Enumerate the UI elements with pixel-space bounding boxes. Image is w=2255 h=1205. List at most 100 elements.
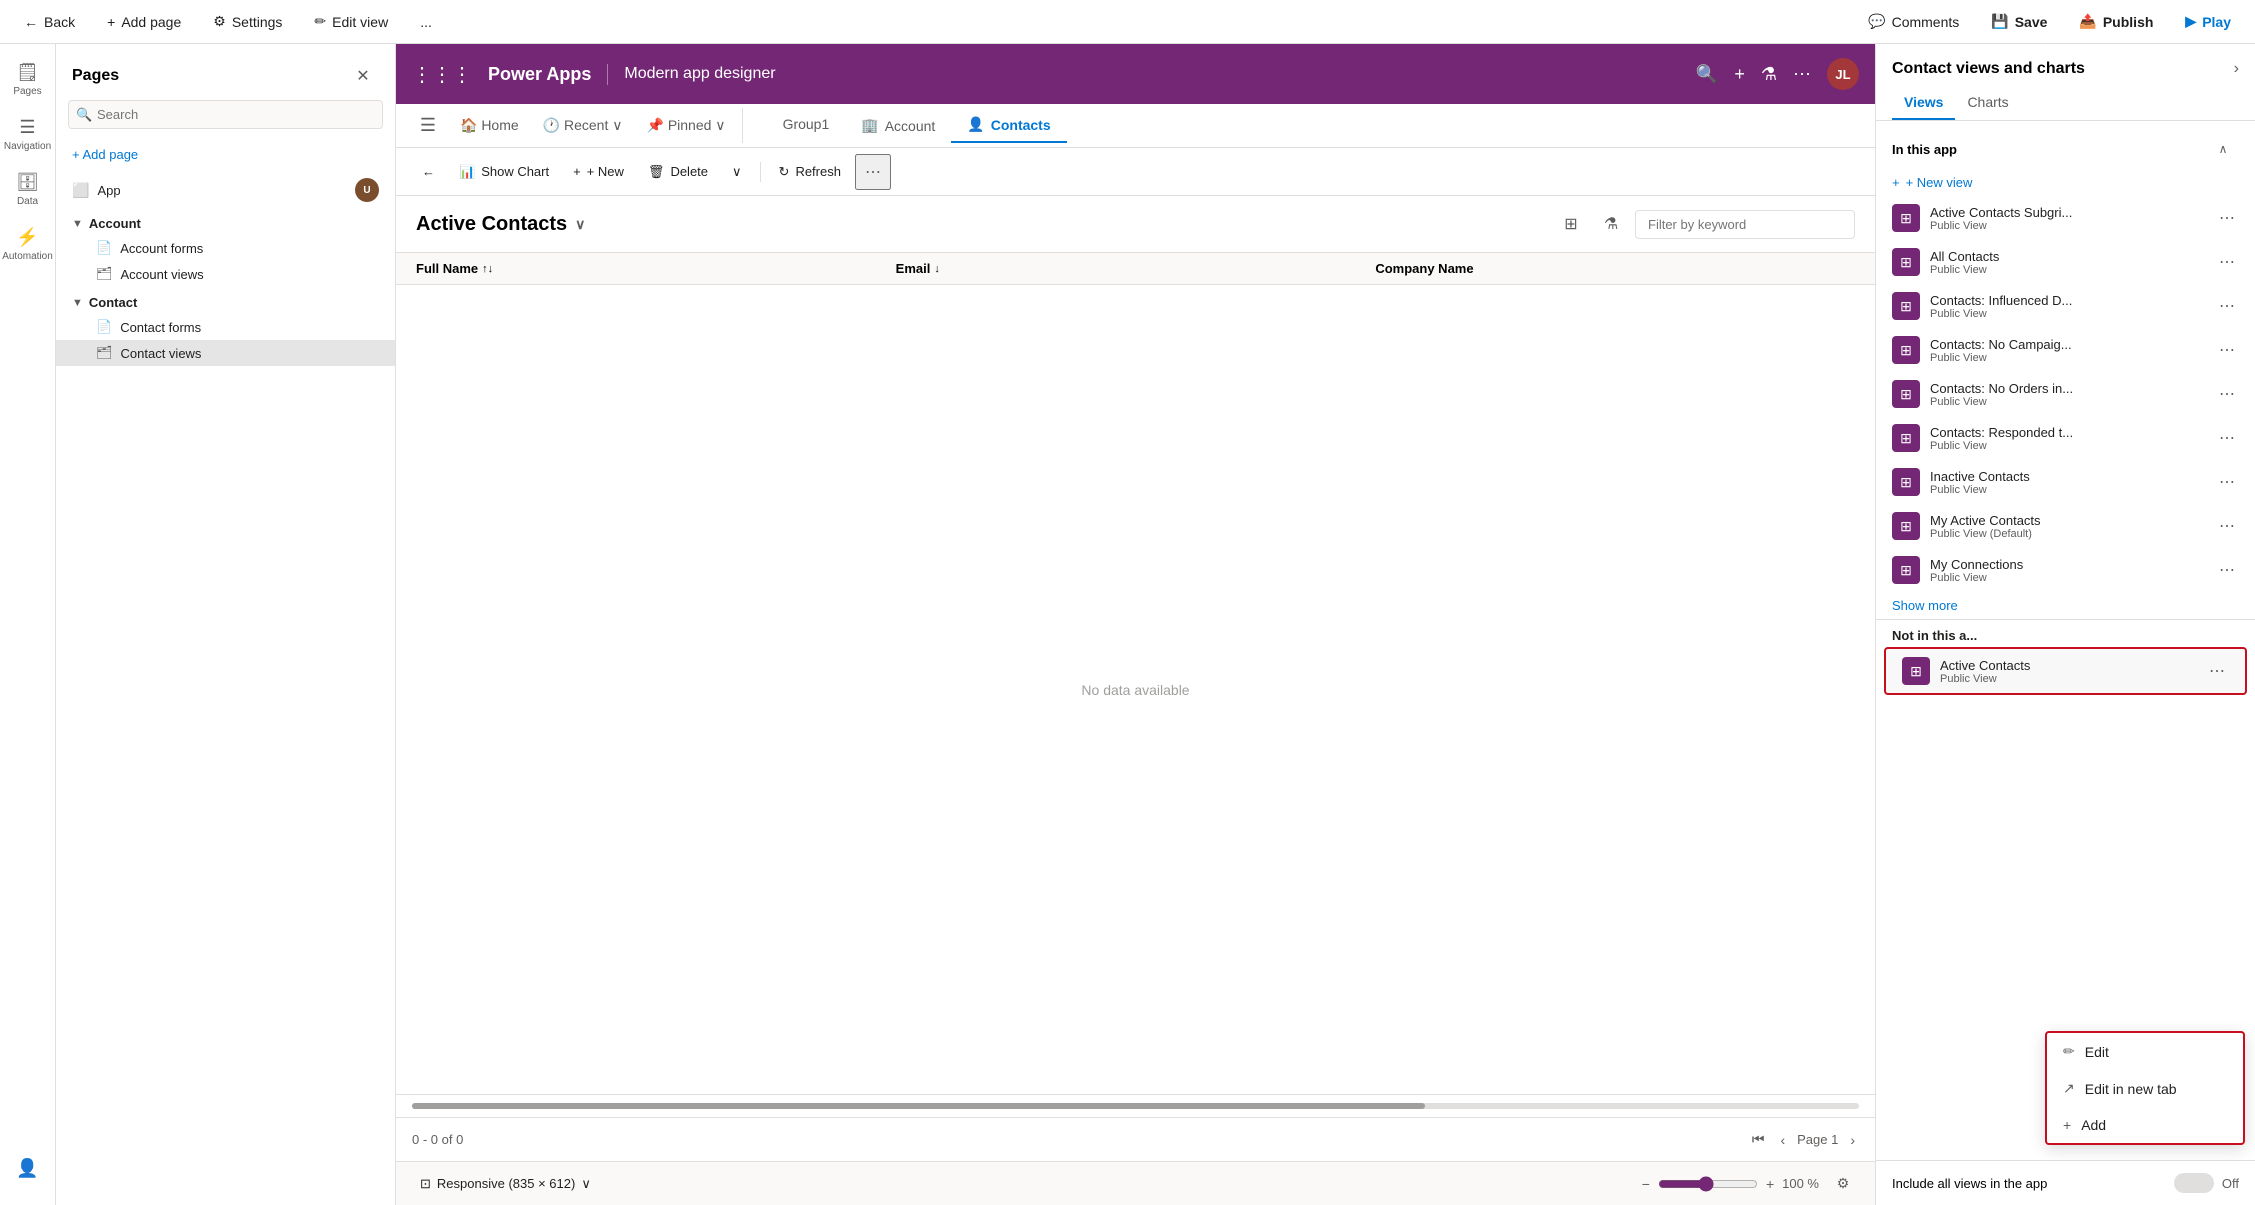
filter-icon[interactable]: ⚗ — [1761, 64, 1777, 85]
contacts-nav-item[interactable]: 👤 Contacts — [951, 108, 1066, 143]
view-name: Contacts: Influenced D... — [1930, 293, 2205, 308]
view-item-more-button[interactable]: ⋯ — [2215, 380, 2239, 408]
view-item[interactable]: ⊞ Inactive Contacts Public View ⋯ — [1876, 460, 2255, 504]
view-item-icon: ⊞ — [1892, 248, 1920, 276]
view-item[interactable]: ⊞ Active Contacts Subgri... Public View … — [1876, 196, 2255, 240]
top-bar: ← Back + Add page ⚙ Settings ✏ Edit view… — [0, 0, 2255, 44]
view-item-more-button[interactable]: ⋯ — [2215, 292, 2239, 320]
group1-label[interactable]: Group1 — [767, 108, 846, 143]
responsive-button[interactable]: ⊡ Responsive (835 × 612) ∨ — [412, 1172, 599, 1196]
title-dropdown-icon[interactable]: ∨ — [575, 216, 585, 233]
nav-group-contact[interactable]: ▼ Contact — [56, 287, 395, 314]
zoom-out-button[interactable]: − — [1642, 1176, 1650, 1192]
show-more-button[interactable]: Show more — [1876, 592, 1974, 619]
view-item[interactable]: ⊞ Contacts: Influenced D... Public View … — [1876, 284, 2255, 328]
nav-back-button[interactable]: ← — [412, 158, 445, 185]
search-icon[interactable]: 🔍 — [1696, 64, 1718, 85]
view-item[interactable]: ⊞ Contacts: No Campaig... Public View ⋯ — [1876, 328, 2255, 372]
grid-menu-icon[interactable]: ⋮⋮⋮ — [412, 62, 472, 87]
view-item-more-button[interactable]: ⋯ — [2215, 248, 2239, 276]
sidebar-item-user[interactable]: 👤 — [2, 1148, 54, 1189]
sidebar-toggle-button[interactable]: ☰ — [412, 110, 444, 142]
not-in-app-item[interactable]: ⊞ Active Contacts Public View ⋯ — [1884, 647, 2247, 695]
nav-child-contact-forms[interactable]: 📄 Contact forms — [56, 314, 395, 340]
edit-view-button[interactable]: ✏ Edit view — [306, 9, 396, 34]
view-item-more-button[interactable]: ⋯ — [2215, 468, 2239, 496]
add-page-button[interactable]: + Add page — [99, 10, 189, 34]
account-views-label: Account views — [121, 267, 204, 282]
add-icon[interactable]: + — [1734, 64, 1745, 85]
in-this-app-label: In this app — [1892, 142, 1957, 157]
zoom-slider[interactable] — [1658, 1176, 1758, 1192]
close-pages-panel-button[interactable]: ✕ — [347, 60, 379, 92]
next-page-button[interactable]: › — [1846, 1128, 1859, 1152]
nav-child-account-views[interactable]: 🗂 Account views — [56, 261, 395, 287]
user-avatar[interactable]: JL — [1827, 58, 1859, 90]
refresh-button[interactable]: ↻ Refresh — [769, 158, 851, 186]
view-item-more-button[interactable]: ⋯ — [2215, 204, 2239, 232]
add-page-button[interactable]: + Add page — [56, 141, 395, 168]
search-input[interactable] — [68, 100, 383, 129]
settings-button[interactable]: ⚙ Settings — [205, 9, 290, 34]
dropdown-button[interactable]: ∨ — [722, 158, 752, 186]
pinned-link[interactable]: 📌 Pinned ∨ — [647, 117, 726, 134]
new-record-button[interactable]: + + New — [563, 158, 634, 185]
more-options-button[interactable]: ⋯ — [855, 154, 891, 190]
col-company: Company Name — [1375, 261, 1855, 276]
home-link[interactable]: 🏠 Home — [460, 117, 519, 134]
play-button[interactable]: ▶ Play — [2177, 9, 2239, 34]
view-item-more-button[interactable]: ⋯ — [2215, 336, 2239, 364]
context-menu-add[interactable]: + Add — [2047, 1107, 2243, 1143]
nav-child-account-forms[interactable]: 📄 Account forms — [56, 235, 395, 261]
view-item-more-button[interactable]: ⋯ — [2215, 556, 2239, 584]
comments-icon: 💬 — [1868, 13, 1885, 30]
prev-page-button[interactable]: ‹ — [1776, 1128, 1789, 1152]
filter-button[interactable]: ⚗ — [1595, 208, 1627, 240]
comments-button[interactable]: 💬 Comments — [1860, 9, 1967, 34]
view-item[interactable]: ⊞ Contacts: No Orders in... Public View … — [1876, 372, 2255, 416]
new-view-button[interactable]: + + New view — [1876, 169, 2255, 196]
in-this-app-expand-button[interactable]: ∧ — [2207, 133, 2239, 165]
keyword-filter-input[interactable] — [1635, 210, 1855, 239]
first-page-button[interactable]: ⏮ — [1748, 1127, 1769, 1152]
sort-icon[interactable]: ↓ — [934, 263, 940, 275]
view-item[interactable]: ⊞ My Active Contacts Public View (Defaul… — [1876, 504, 2255, 548]
zoom-settings-button[interactable]: ⚙ — [1827, 1168, 1859, 1200]
back-button[interactable]: ← Back — [16, 10, 83, 34]
not-in-app-more-button[interactable]: ⋯ — [2205, 657, 2229, 685]
nav-child-contact-views[interactable]: 🗂 Contact views — [56, 340, 395, 366]
view-item-more-button[interactable]: ⋯ — [2215, 512, 2239, 540]
sort-icon[interactable]: ↑↓ — [482, 263, 493, 275]
include-views-toggle[interactable] — [2174, 1173, 2214, 1193]
recent-link[interactable]: 🕐 Recent ∨ — [543, 117, 623, 134]
company-col-header: Company Name — [1375, 261, 1473, 276]
publish-button[interactable]: 📤 Publish — [2071, 9, 2161, 34]
include-views-row: Include all views in the app Off — [1876, 1160, 2255, 1205]
nav-group-account[interactable]: ▼ Account — [56, 208, 395, 235]
view-item[interactable]: ⊞ My Connections Public View ⋯ — [1876, 548, 2255, 592]
more-button[interactable]: ... — [412, 10, 440, 34]
view-item-more-button[interactable]: ⋯ — [2215, 424, 2239, 452]
sidebar-item-navigation[interactable]: ☰ Navigation — [2, 107, 54, 162]
horizontal-scrollbar[interactable] — [412, 1103, 1859, 1109]
view-toggle-button[interactable]: ⊞ — [1555, 208, 1587, 240]
context-menu-edit[interactable]: ✏ Edit — [2047, 1033, 2243, 1070]
account-nav-item[interactable]: 🏢 Account — [845, 108, 951, 143]
delete-button[interactable]: 🗑 Delete — [638, 158, 718, 186]
view-item[interactable]: ⊞ Contacts: Responded t... Public View ⋯ — [1876, 416, 2255, 460]
view-item[interactable]: ⊞ All Contacts Public View ⋯ — [1876, 240, 2255, 284]
sidebar-item-automation[interactable]: ⚡ Automation — [2, 217, 54, 272]
nav-item-app[interactable]: ⬜ App U — [56, 172, 395, 208]
context-menu-edit-new-tab[interactable]: ↗ Edit in new tab — [2047, 1070, 2243, 1107]
tab-charts[interactable]: Charts — [1955, 86, 2020, 120]
show-chart-button[interactable]: 📊 Show Chart — [449, 158, 559, 186]
tab-views[interactable]: Views — [1892, 86, 1955, 120]
sidebar-item-data[interactable]: 🗄 Data — [2, 162, 54, 217]
save-button[interactable]: 💾 Save — [1983, 9, 2055, 34]
more-icon[interactable]: ⋯ — [1793, 64, 1811, 85]
view-icon: 🗂 — [96, 345, 113, 361]
sidebar-item-pages[interactable]: 🗒 Pages — [2, 52, 54, 107]
zoom-in-button[interactable]: + — [1766, 1176, 1774, 1192]
add-icon: + — [2063, 1117, 2071, 1133]
expand-panel-button[interactable]: › — [2234, 60, 2239, 78]
